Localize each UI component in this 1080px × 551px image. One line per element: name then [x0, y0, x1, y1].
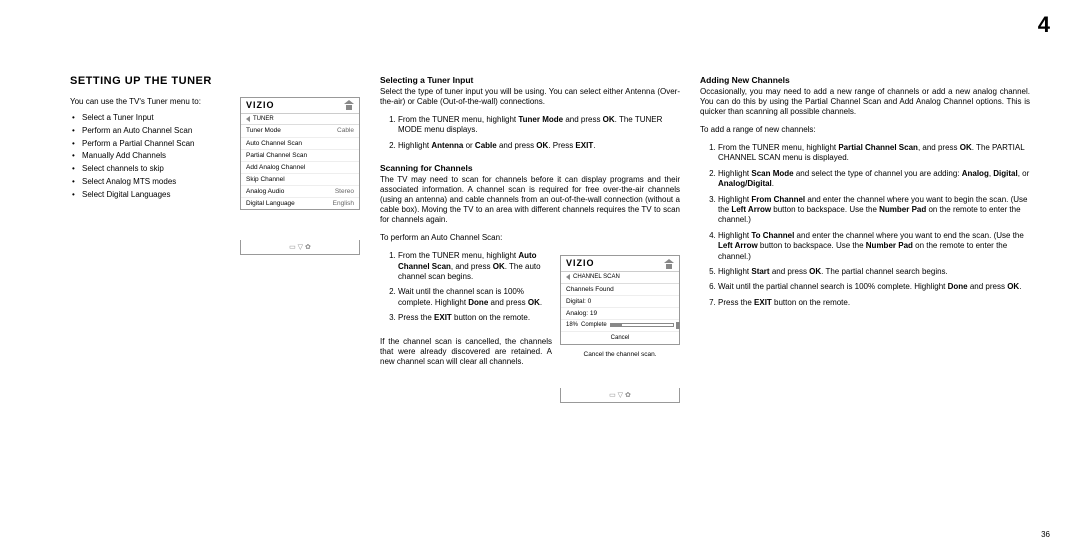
column-right: Adding New Channels Occasionally, you ma… [700, 75, 1030, 403]
steps-list: From the TUNER menu, highlight Tuner Mod… [380, 115, 680, 151]
menu-row: Digital: 0 [561, 296, 679, 308]
menu-subtitle: TUNER [253, 116, 274, 123]
section-paragraph: To add a range of new channels: [700, 125, 1030, 135]
menu-row: Skip Channel [241, 174, 359, 186]
menu-row: Partial Channel Scan [241, 150, 359, 162]
page-content: SETTING UP THE TUNER VIZIO TUNER Tuner M… [70, 75, 1040, 403]
steps-list: From the TUNER menu, highlight Partial C… [700, 143, 1030, 308]
section-heading: Scanning for Channels [380, 163, 680, 173]
section-paragraph: To perform an Auto Channel Scan: [380, 233, 680, 243]
tuner-menu-screenshot: VIZIO TUNER Tuner ModeCable Auto Channel… [240, 97, 360, 255]
home-icon [665, 260, 674, 269]
menu-row: Add Analog Channel [241, 162, 359, 174]
step-item: Wait until the channel scan is 100% comp… [398, 287, 552, 308]
steps-list: From the TUNER menu, highlight Auto Chan… [380, 251, 552, 328]
step-item: Highlight Antenna or Cable and press OK.… [398, 141, 680, 151]
progress-bar [610, 323, 674, 327]
back-arrow-icon [246, 116, 250, 122]
column-middle: Selecting a Tuner Input Select the type … [380, 75, 680, 403]
step-item: Highlight From Channel and enter the cha… [718, 195, 1030, 226]
menu-subtitle: CHANNEL SCAN [573, 274, 620, 281]
step-item: Press the EXIT button on the remote. [718, 298, 1030, 308]
menu-row: Tuner ModeCable [241, 125, 359, 137]
menu-footer-icons: ▭ ▽ ✿ [560, 388, 680, 403]
section-paragraph: The TV may need to scan for channels bef… [380, 175, 680, 225]
column-intro: SETTING UP THE TUNER VIZIO TUNER Tuner M… [70, 75, 360, 403]
step-item: Highlight Scan Mode and select the type … [718, 169, 1030, 190]
menu-row: Channels Found [561, 284, 679, 296]
menu-brand: VIZIO [566, 259, 595, 269]
step-item: From the TUNER menu, highlight Partial C… [718, 143, 1030, 164]
menu-row: Analog AudioStereo [241, 186, 359, 198]
menu-row: Digital LanguageEnglish [241, 198, 359, 209]
section-paragraph: If the channel scan is cancelled, the ch… [380, 337, 552, 367]
cancel-row: Cancel [561, 332, 679, 345]
menu-footer-icons: ▭ ▽ ✿ [240, 240, 360, 255]
step-item: From the TUNER menu, highlight Auto Chan… [398, 251, 552, 282]
section-heading: Adding New Channels [700, 75, 1030, 85]
section-heading: Selecting a Tuner Input [380, 75, 680, 85]
step-item: From the TUNER menu, highlight Tuner Mod… [398, 115, 680, 136]
section-paragraph: Occasionally, you may need to add a new … [700, 87, 1030, 117]
back-arrow-icon [566, 274, 570, 280]
menu-brand: VIZIO [246, 101, 275, 111]
section-paragraph: Select the type of tuner input you will … [380, 87, 680, 107]
step-item: Press the EXIT button on the remote. [398, 313, 552, 323]
menu-row: Analog: 19 [561, 308, 679, 320]
page-title: SETTING UP THE TUNER [70, 75, 360, 87]
stop-icon [676, 322, 680, 329]
step-item: Highlight To Channel and enter the chann… [718, 231, 1030, 262]
home-icon [345, 101, 354, 110]
screenshot-caption: Cancel the channel scan. [560, 351, 680, 358]
page-number-bottom: 36 [1041, 530, 1050, 539]
menu-row: Auto Channel Scan [241, 138, 359, 150]
progress-row: 18% Complete [561, 320, 679, 332]
channel-scan-screenshot: VIZIO CHANNEL SCAN Channels Found Digita… [560, 255, 680, 403]
step-item: Wait until the partial channel search is… [718, 282, 1030, 292]
step-item: Highlight Start and press OK. The partia… [718, 267, 1030, 277]
page-number-top: 4 [1038, 12, 1050, 38]
